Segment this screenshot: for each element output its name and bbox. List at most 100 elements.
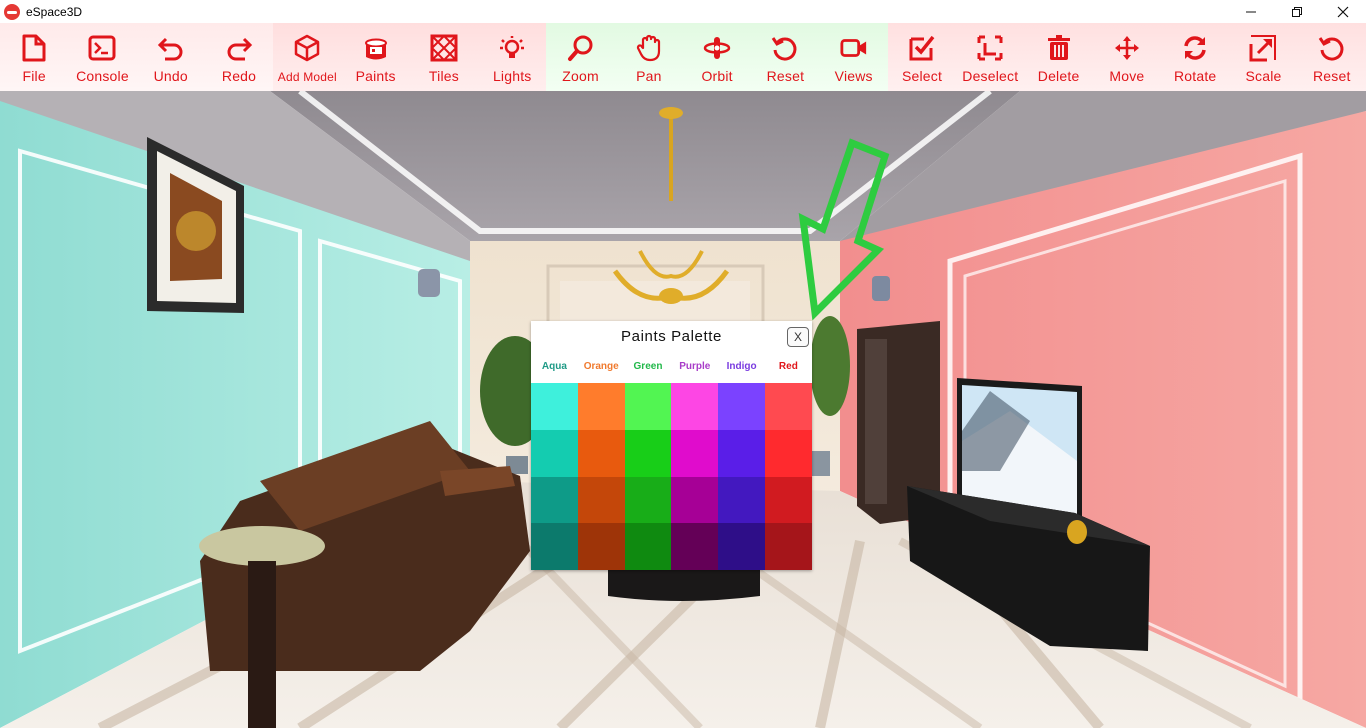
palette-header-purple: Purple (679, 361, 711, 372)
views-button[interactable]: Views (820, 23, 888, 91)
swatch-indigo-1[interactable] (718, 383, 766, 430)
delete-button[interactable]: Delete (1024, 23, 1092, 91)
reset-object-button[interactable]: Reset (1298, 23, 1366, 91)
swatch-red-1[interactable] (765, 383, 812, 430)
palette-header-orange: Orange (583, 361, 619, 372)
swatch-purple-3[interactable] (671, 476, 719, 524)
move-label: Move (1109, 68, 1145, 84)
lights-label: Lights (492, 68, 532, 84)
paint-bucket-icon (362, 34, 390, 62)
palette-title: Paints Palette (621, 328, 722, 345)
paints-button[interactable]: Paints (341, 23, 409, 91)
toolbar-group-project: File Console Undo Redo (0, 23, 274, 91)
scale-icon (1249, 34, 1277, 62)
window-controls (1228, 0, 1366, 23)
palette-close-button[interactable]: X (787, 327, 809, 347)
pan-label: Pan (636, 68, 662, 84)
swatch-aqua-3[interactable] (531, 476, 578, 524)
deselect-label: Deselect (962, 68, 1019, 84)
swatch-red-2[interactable] (765, 429, 812, 477)
file-label: File (22, 68, 46, 84)
cube-icon (293, 34, 321, 62)
swatch-aqua-2[interactable] (531, 429, 578, 477)
rotate-icon (1181, 34, 1209, 62)
add-model-label: Add Model (277, 70, 337, 84)
reset-camera-button[interactable]: Reset (751, 23, 819, 91)
minimize-button[interactable] (1228, 0, 1274, 23)
zoom-icon (567, 34, 595, 62)
swatch-orange-1[interactable] (577, 383, 625, 430)
swatch-red-4[interactable] (765, 523, 812, 570)
select-button[interactable]: Select (888, 23, 956, 91)
add-model-button[interactable]: Add Model (273, 23, 341, 91)
redo-button[interactable]: Redo (205, 23, 273, 91)
toolbar-group-objects: Select Deselect Delete Move Rotate Scale… (887, 23, 1366, 91)
orbit-button[interactable]: Orbit (683, 23, 751, 91)
select-label: Select (901, 68, 943, 84)
swatch-indigo-2[interactable] (718, 429, 766, 477)
redo-icon (225, 34, 253, 62)
reset-icon (1318, 34, 1346, 62)
swatch-green-1[interactable] (624, 383, 672, 430)
scale-button[interactable]: Scale (1229, 23, 1297, 91)
undo-icon (157, 34, 185, 62)
views-label: Views (834, 68, 873, 84)
toolbar-group-design: Add Model Paints Tiles Lights (273, 23, 547, 91)
rotate-button[interactable]: Rotate (1161, 23, 1229, 91)
minimize-icon (1246, 11, 1256, 12)
app-logo-icon (4, 3, 20, 20)
pan-button[interactable]: Pan (615, 23, 683, 91)
palette-header-aqua: Aqua (541, 361, 567, 372)
swatch-green-2[interactable] (624, 429, 672, 477)
delete-label: Delete (1037, 68, 1080, 84)
paints-label: Paints (355, 68, 396, 84)
lights-button[interactable]: Lights (478, 23, 546, 91)
hand-icon (635, 34, 663, 62)
zoom-button[interactable]: Zoom (546, 23, 614, 91)
close-window-button[interactable] (1320, 0, 1366, 23)
undo-label: Undo (153, 68, 188, 84)
move-button[interactable]: Move (1093, 23, 1161, 91)
file-button[interactable]: File (0, 23, 68, 91)
swatch-green-3[interactable] (624, 476, 672, 524)
restore-icon (1292, 6, 1302, 17)
console-button[interactable]: Console (68, 23, 136, 91)
palette-header-indigo: Indigo (726, 361, 757, 372)
tiles-label: Tiles (428, 68, 459, 84)
undo-button[interactable]: Undo (137, 23, 205, 91)
deselect-icon (976, 34, 1004, 62)
swatch-green-4[interactable] (624, 523, 672, 570)
swatch-orange-4[interactable] (577, 523, 625, 570)
swatch-orange-2[interactable] (577, 429, 625, 477)
console-label: Console (76, 68, 129, 84)
reset-icon (771, 34, 799, 62)
reset-object-label: Reset (1313, 68, 1351, 84)
swatch-orange-3[interactable] (577, 476, 625, 524)
swatch-indigo-3[interactable] (718, 476, 766, 524)
swatch-purple-4[interactable] (671, 523, 719, 570)
close-icon (1337, 6, 1349, 17)
console-icon (88, 34, 116, 62)
restore-button[interactable] (1274, 0, 1320, 23)
scale-label: Scale (1245, 68, 1282, 84)
tiles-button[interactable]: Tiles (410, 23, 478, 91)
zoom-label: Zoom (562, 68, 599, 84)
reset-camera-label: Reset (766, 68, 805, 84)
orbit-label: Orbit (701, 68, 733, 84)
swatch-purple-1[interactable] (671, 383, 719, 430)
file-icon (20, 34, 48, 62)
swatch-aqua-4[interactable] (531, 523, 578, 570)
swatch-purple-2[interactable] (671, 429, 719, 477)
tiles-icon (430, 34, 458, 62)
swatch-aqua-1[interactable] (531, 383, 578, 430)
toolbar-group-camera: Zoom Pan Orbit Reset Views (546, 23, 888, 91)
swatch-indigo-4[interactable] (718, 523, 766, 570)
redo-label: Redo (221, 68, 257, 84)
swatch-red-3[interactable] (765, 476, 812, 524)
palette-column-headers: Aqua Orange Green Purple Indigo Red (531, 361, 812, 375)
bulb-icon (498, 34, 526, 62)
deselect-button[interactable]: Deselect (956, 23, 1024, 91)
trash-icon (1045, 34, 1073, 62)
orbit-icon (703, 34, 731, 62)
palette-header-green: Green (633, 361, 663, 372)
